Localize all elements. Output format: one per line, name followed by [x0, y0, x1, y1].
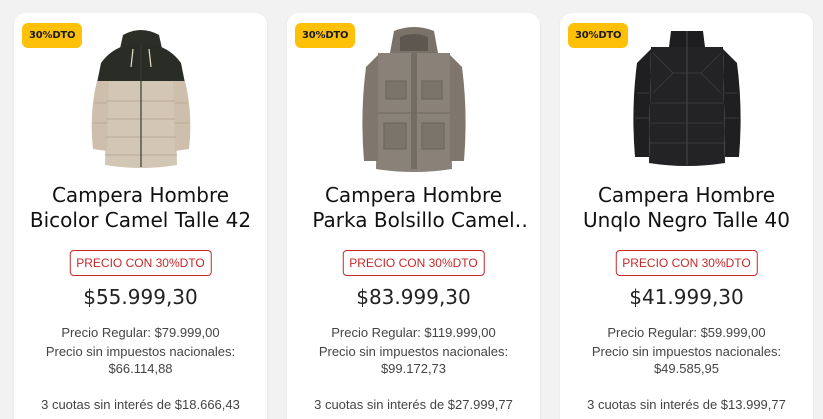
product-card[interactable]: 30%DTO Campera Hombre Unqlo Negro Talle …	[560, 13, 813, 419]
no-taxes-label: Precio sin impuestos nacionales:	[591, 344, 782, 359]
promo-label: PRECIO CON 30%DTO	[342, 250, 485, 276]
installments-text: 3 cuotas sin interés de $18.666,43	[41, 397, 240, 412]
product-grid: 30%DTO Campera Hombre Bicolor Camel Tall…	[0, 0, 823, 419]
no-taxes-value: $66.114,88	[108, 361, 173, 376]
discount-badge: 30%DTO	[22, 23, 83, 48]
regular-price: Precio Regular: $59.999,00	[607, 325, 766, 340]
installments-text: 3 cuotas sin interés de $13.999,77	[587, 397, 786, 412]
product-card[interactable]: 30%DTO Campera Hombre Parka Bolsillo Cam…	[287, 13, 540, 419]
no-taxes-value: $99.172,73	[380, 361, 447, 376]
product-title[interactable]: Campera Hombre Parka Bolsillo Camel Tall…	[297, 183, 530, 233]
installments-text: 3 cuotas sin interés de $27.999,77	[314, 397, 513, 412]
product-title[interactable]: Campera Hombre Unqlo Negro Talle 40	[570, 183, 803, 233]
product-price: $83.999,30	[356, 285, 471, 309]
bicolor-puffer-jacket-image[interactable]	[71, 23, 211, 173]
product-price: $55.999,30	[83, 285, 198, 309]
no-taxes-value: $49.585,95	[653, 361, 720, 376]
promo-label: PRECIO CON 30%DTO	[615, 250, 758, 276]
promo-label: PRECIO CON 30%DTO	[69, 250, 212, 276]
parka-jacket-image[interactable]	[344, 23, 484, 173]
regular-price: Precio Regular: $119.999,00	[331, 325, 496, 340]
no-taxes-label: Precio sin impuestos nacionales:	[45, 344, 236, 359]
black-puffer-jacket-image[interactable]	[617, 23, 757, 173]
product-card[interactable]: 30%DTO Campera Hombre Bicolor Camel Tall…	[14, 13, 267, 419]
no-taxes-label: Precio sin impuestos nacionales:	[318, 344, 509, 359]
discount-badge: 30%DTO	[295, 23, 356, 48]
product-title[interactable]: Campera Hombre Bicolor Camel Talle 42	[24, 183, 257, 233]
regular-price: Precio Regular: $79.999,00	[61, 325, 220, 340]
discount-badge: 30%DTO	[568, 23, 629, 48]
product-price: $41.999,30	[629, 285, 744, 309]
